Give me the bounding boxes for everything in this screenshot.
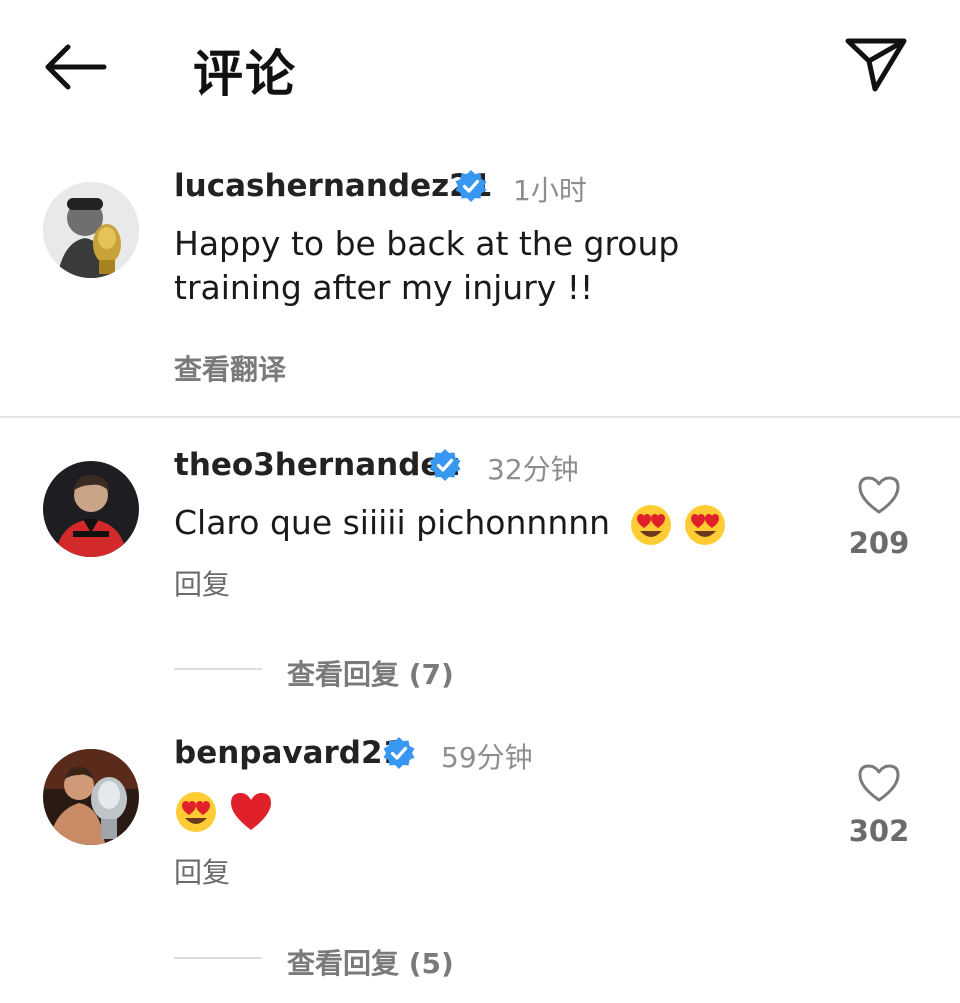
comment-username[interactable]: benpavard21 bbox=[174, 735, 404, 771]
avatar[interactable] bbox=[43, 461, 139, 557]
view-replies-button[interactable]: 查看回复 (5) bbox=[287, 942, 454, 982]
verified-badge-icon bbox=[429, 449, 461, 481]
replies-divider-line bbox=[174, 668, 262, 670]
replies-divider-line bbox=[174, 957, 262, 959]
verified-badge-icon bbox=[455, 170, 487, 202]
share-button[interactable] bbox=[842, 35, 908, 95]
avatar[interactable] bbox=[43, 182, 139, 278]
red-heart-emoji-icon bbox=[230, 792, 271, 830]
like-count: 209 bbox=[848, 526, 910, 560]
comment-time: 32分钟 bbox=[487, 453, 579, 486]
verified-badge-icon bbox=[383, 737, 415, 769]
comment-time: 59分钟 bbox=[441, 741, 533, 774]
caption-text-line1: Happy to be back at the group bbox=[174, 224, 680, 263]
view-replies-button[interactable]: 查看回复 (7) bbox=[287, 653, 454, 693]
heart-outline-icon[interactable] bbox=[856, 474, 902, 516]
caption-text-line2: training after my injury !! bbox=[174, 268, 594, 307]
back-button[interactable] bbox=[42, 42, 108, 92]
heart-outline-icon[interactable] bbox=[856, 762, 902, 804]
comment-text-body: Claro que siiiii pichonnnnn bbox=[174, 503, 611, 542]
page-title: 评论 bbox=[193, 45, 297, 103]
comment-text bbox=[174, 788, 273, 834]
top-bar: 评论 bbox=[0, 0, 960, 130]
avatar-image bbox=[43, 461, 139, 557]
reply-button[interactable]: 回复 bbox=[174, 851, 230, 891]
heart-eyes-emoji-icon bbox=[630, 504, 671, 545]
avatar-image bbox=[43, 749, 139, 845]
like-count: 302 bbox=[848, 814, 910, 848]
reply-button[interactable]: 回复 bbox=[174, 563, 230, 603]
caption-username[interactable]: lucashernandez21 bbox=[174, 168, 492, 204]
heart-eyes-emoji-icon bbox=[176, 791, 216, 832]
see-translation-link[interactable]: 查看翻译 bbox=[174, 348, 286, 388]
avatar-image bbox=[43, 182, 139, 278]
caption-time: 1小时 bbox=[513, 174, 587, 207]
paper-plane-icon bbox=[845, 38, 907, 92]
comment-username[interactable]: theo3hernandez bbox=[174, 447, 459, 483]
avatar[interactable] bbox=[43, 749, 139, 845]
comment-text: Claro que siiiii pichonnnnn bbox=[174, 501, 727, 547]
arrow-left-icon bbox=[45, 44, 107, 90]
divider bbox=[0, 416, 960, 418]
heart-eyes-emoji-icon bbox=[685, 504, 726, 545]
